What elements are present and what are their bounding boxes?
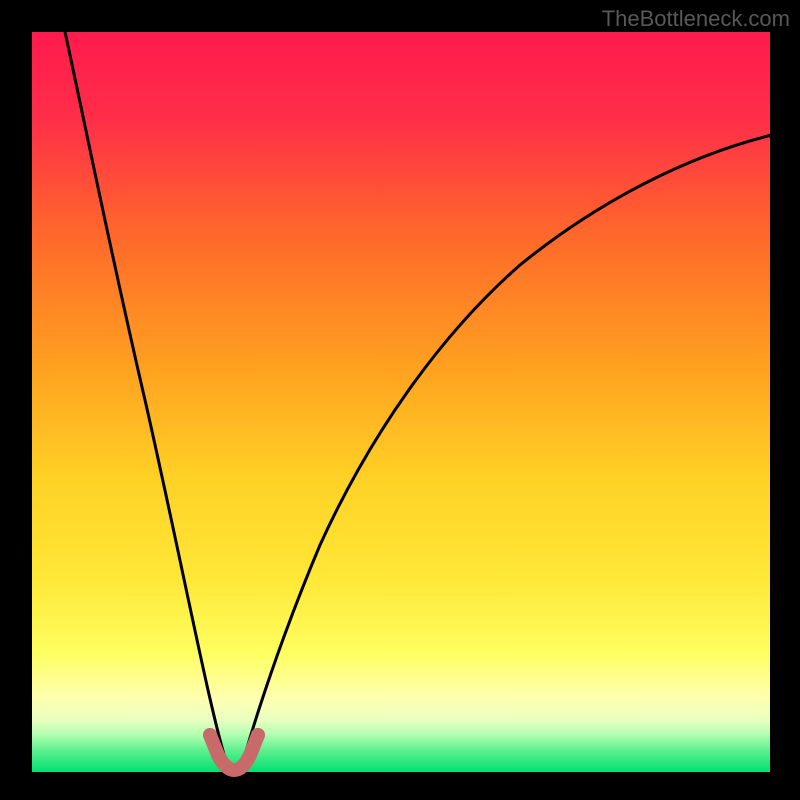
chart-frame: TheBottleneck.com bbox=[0, 0, 800, 800]
chart-svg bbox=[0, 0, 800, 800]
watermark-text: TheBottleneck.com bbox=[602, 6, 790, 32]
valley-marker-dot bbox=[203, 728, 217, 742]
valley-marker-dot bbox=[251, 728, 265, 742]
